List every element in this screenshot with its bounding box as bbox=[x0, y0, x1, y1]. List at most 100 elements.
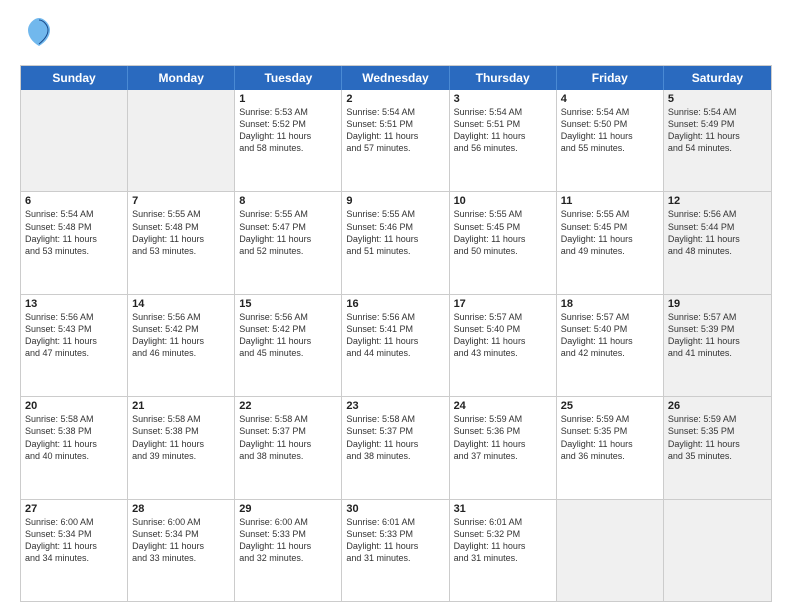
day-info: Sunrise: 5:57 AM Sunset: 5:40 PM Dayligh… bbox=[561, 311, 659, 360]
cal-cell: 4Sunrise: 5:54 AM Sunset: 5:50 PM Daylig… bbox=[557, 90, 664, 191]
day-info: Sunrise: 5:55 AM Sunset: 5:45 PM Dayligh… bbox=[454, 208, 552, 257]
day-number: 23 bbox=[346, 400, 444, 412]
day-info: Sunrise: 5:59 AM Sunset: 5:35 PM Dayligh… bbox=[668, 413, 767, 462]
day-info: Sunrise: 5:59 AM Sunset: 5:35 PM Dayligh… bbox=[561, 413, 659, 462]
day-info: Sunrise: 6:01 AM Sunset: 5:32 PM Dayligh… bbox=[454, 516, 552, 565]
cal-cell: 14Sunrise: 5:56 AM Sunset: 5:42 PM Dayli… bbox=[128, 295, 235, 396]
calendar-header: SundayMondayTuesdayWednesdayThursdayFrid… bbox=[21, 66, 771, 90]
day-info: Sunrise: 5:56 AM Sunset: 5:42 PM Dayligh… bbox=[132, 311, 230, 360]
cal-cell: 13Sunrise: 5:56 AM Sunset: 5:43 PM Dayli… bbox=[21, 295, 128, 396]
header-day-tuesday: Tuesday bbox=[235, 66, 342, 90]
day-number: 14 bbox=[132, 298, 230, 310]
cal-cell bbox=[557, 500, 664, 601]
day-number: 21 bbox=[132, 400, 230, 412]
day-number: 19 bbox=[668, 298, 767, 310]
cal-cell: 17Sunrise: 5:57 AM Sunset: 5:40 PM Dayli… bbox=[450, 295, 557, 396]
day-number: 10 bbox=[454, 195, 552, 207]
day-info: Sunrise: 5:58 AM Sunset: 5:38 PM Dayligh… bbox=[25, 413, 123, 462]
cal-cell: 8Sunrise: 5:55 AM Sunset: 5:47 PM Daylig… bbox=[235, 192, 342, 293]
day-number: 13 bbox=[25, 298, 123, 310]
day-number: 22 bbox=[239, 400, 337, 412]
logo bbox=[20, 16, 54, 57]
header bbox=[20, 16, 772, 57]
cal-cell: 29Sunrise: 6:00 AM Sunset: 5:33 PM Dayli… bbox=[235, 500, 342, 601]
day-info: Sunrise: 5:56 AM Sunset: 5:43 PM Dayligh… bbox=[25, 311, 123, 360]
header-day-friday: Friday bbox=[557, 66, 664, 90]
day-info: Sunrise: 5:58 AM Sunset: 5:37 PM Dayligh… bbox=[239, 413, 337, 462]
day-number: 11 bbox=[561, 195, 659, 207]
day-info: Sunrise: 6:01 AM Sunset: 5:33 PM Dayligh… bbox=[346, 516, 444, 565]
day-number: 25 bbox=[561, 400, 659, 412]
day-info: Sunrise: 5:55 AM Sunset: 5:47 PM Dayligh… bbox=[239, 208, 337, 257]
cal-week-2: 6Sunrise: 5:54 AM Sunset: 5:48 PM Daylig… bbox=[21, 191, 771, 293]
cal-week-4: 20Sunrise: 5:58 AM Sunset: 5:38 PM Dayli… bbox=[21, 396, 771, 498]
cal-cell: 1Sunrise: 5:53 AM Sunset: 5:52 PM Daylig… bbox=[235, 90, 342, 191]
cal-week-1: 1Sunrise: 5:53 AM Sunset: 5:52 PM Daylig… bbox=[21, 90, 771, 191]
day-number: 6 bbox=[25, 195, 123, 207]
day-number: 3 bbox=[454, 93, 552, 105]
cal-cell: 22Sunrise: 5:58 AM Sunset: 5:37 PM Dayli… bbox=[235, 397, 342, 498]
header-day-thursday: Thursday bbox=[450, 66, 557, 90]
day-number: 4 bbox=[561, 93, 659, 105]
logo-bird-icon bbox=[24, 16, 54, 57]
cal-cell: 19Sunrise: 5:57 AM Sunset: 5:39 PM Dayli… bbox=[664, 295, 771, 396]
day-info: Sunrise: 5:55 AM Sunset: 5:46 PM Dayligh… bbox=[346, 208, 444, 257]
day-info: Sunrise: 5:56 AM Sunset: 5:41 PM Dayligh… bbox=[346, 311, 444, 360]
cal-cell: 23Sunrise: 5:58 AM Sunset: 5:37 PM Dayli… bbox=[342, 397, 449, 498]
day-number: 12 bbox=[668, 195, 767, 207]
day-number: 20 bbox=[25, 400, 123, 412]
cal-cell bbox=[128, 90, 235, 191]
cal-cell: 31Sunrise: 6:01 AM Sunset: 5:32 PM Dayli… bbox=[450, 500, 557, 601]
day-info: Sunrise: 5:57 AM Sunset: 5:39 PM Dayligh… bbox=[668, 311, 767, 360]
cal-cell: 26Sunrise: 5:59 AM Sunset: 5:35 PM Dayli… bbox=[664, 397, 771, 498]
header-day-monday: Monday bbox=[128, 66, 235, 90]
page: SundayMondayTuesdayWednesdayThursdayFrid… bbox=[0, 0, 792, 612]
calendar-body: 1Sunrise: 5:53 AM Sunset: 5:52 PM Daylig… bbox=[21, 90, 771, 601]
day-number: 17 bbox=[454, 298, 552, 310]
cal-cell: 3Sunrise: 5:54 AM Sunset: 5:51 PM Daylig… bbox=[450, 90, 557, 191]
cal-cell: 28Sunrise: 6:00 AM Sunset: 5:34 PM Dayli… bbox=[128, 500, 235, 601]
day-number: 31 bbox=[454, 503, 552, 515]
cal-cell: 27Sunrise: 6:00 AM Sunset: 5:34 PM Dayli… bbox=[21, 500, 128, 601]
cal-cell: 15Sunrise: 5:56 AM Sunset: 5:42 PM Dayli… bbox=[235, 295, 342, 396]
day-number: 27 bbox=[25, 503, 123, 515]
cal-cell: 5Sunrise: 5:54 AM Sunset: 5:49 PM Daylig… bbox=[664, 90, 771, 191]
day-info: Sunrise: 5:54 AM Sunset: 5:49 PM Dayligh… bbox=[668, 106, 767, 155]
cal-week-5: 27Sunrise: 6:00 AM Sunset: 5:34 PM Dayli… bbox=[21, 499, 771, 601]
cal-cell: 7Sunrise: 5:55 AM Sunset: 5:48 PM Daylig… bbox=[128, 192, 235, 293]
day-number: 16 bbox=[346, 298, 444, 310]
day-info: Sunrise: 5:54 AM Sunset: 5:50 PM Dayligh… bbox=[561, 106, 659, 155]
day-number: 28 bbox=[132, 503, 230, 515]
day-number: 30 bbox=[346, 503, 444, 515]
cal-cell: 24Sunrise: 5:59 AM Sunset: 5:36 PM Dayli… bbox=[450, 397, 557, 498]
day-info: Sunrise: 5:53 AM Sunset: 5:52 PM Dayligh… bbox=[239, 106, 337, 155]
cal-cell: 12Sunrise: 5:56 AM Sunset: 5:44 PM Dayli… bbox=[664, 192, 771, 293]
day-number: 29 bbox=[239, 503, 337, 515]
day-info: Sunrise: 5:58 AM Sunset: 5:37 PM Dayligh… bbox=[346, 413, 444, 462]
day-number: 26 bbox=[668, 400, 767, 412]
cal-cell: 16Sunrise: 5:56 AM Sunset: 5:41 PM Dayli… bbox=[342, 295, 449, 396]
day-info: Sunrise: 5:55 AM Sunset: 5:45 PM Dayligh… bbox=[561, 208, 659, 257]
day-info: Sunrise: 5:57 AM Sunset: 5:40 PM Dayligh… bbox=[454, 311, 552, 360]
cal-cell bbox=[21, 90, 128, 191]
cal-cell: 9Sunrise: 5:55 AM Sunset: 5:46 PM Daylig… bbox=[342, 192, 449, 293]
day-info: Sunrise: 6:00 AM Sunset: 5:34 PM Dayligh… bbox=[25, 516, 123, 565]
day-info: Sunrise: 5:55 AM Sunset: 5:48 PM Dayligh… bbox=[132, 208, 230, 257]
day-info: Sunrise: 6:00 AM Sunset: 5:33 PM Dayligh… bbox=[239, 516, 337, 565]
day-number: 18 bbox=[561, 298, 659, 310]
cal-cell: 11Sunrise: 5:55 AM Sunset: 5:45 PM Dayli… bbox=[557, 192, 664, 293]
day-info: Sunrise: 5:59 AM Sunset: 5:36 PM Dayligh… bbox=[454, 413, 552, 462]
day-number: 24 bbox=[454, 400, 552, 412]
cal-cell: 18Sunrise: 5:57 AM Sunset: 5:40 PM Dayli… bbox=[557, 295, 664, 396]
cal-cell: 2Sunrise: 5:54 AM Sunset: 5:51 PM Daylig… bbox=[342, 90, 449, 191]
day-info: Sunrise: 5:56 AM Sunset: 5:42 PM Dayligh… bbox=[239, 311, 337, 360]
cal-cell: 21Sunrise: 5:58 AM Sunset: 5:38 PM Dayli… bbox=[128, 397, 235, 498]
cal-cell: 20Sunrise: 5:58 AM Sunset: 5:38 PM Dayli… bbox=[21, 397, 128, 498]
cal-cell: 25Sunrise: 5:59 AM Sunset: 5:35 PM Dayli… bbox=[557, 397, 664, 498]
day-number: 2 bbox=[346, 93, 444, 105]
day-info: Sunrise: 5:54 AM Sunset: 5:51 PM Dayligh… bbox=[454, 106, 552, 155]
calendar: SundayMondayTuesdayWednesdayThursdayFrid… bbox=[20, 65, 772, 602]
cal-cell bbox=[664, 500, 771, 601]
cal-cell: 10Sunrise: 5:55 AM Sunset: 5:45 PM Dayli… bbox=[450, 192, 557, 293]
day-number: 15 bbox=[239, 298, 337, 310]
